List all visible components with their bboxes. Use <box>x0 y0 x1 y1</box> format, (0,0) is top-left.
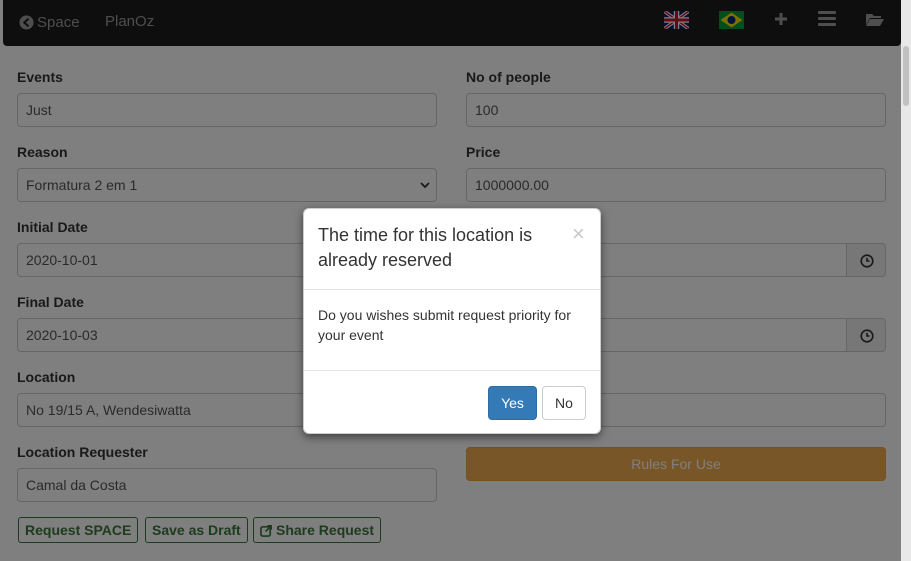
dialog-header: The time for this location is already re… <box>304 209 600 290</box>
no-button[interactable]: No <box>542 386 586 420</box>
dialog-footer: Yes No <box>304 370 600 434</box>
close-icon[interactable]: × <box>572 223 585 245</box>
scrollbar-thumb[interactable] <box>903 46 909 106</box>
yes-button[interactable]: Yes <box>488 386 537 420</box>
dialog-title: The time for this location is already re… <box>318 225 533 270</box>
page-scrollbar[interactable] <box>901 0 911 561</box>
reservation-conflict-dialog: The time for this location is already re… <box>303 208 601 434</box>
dialog-message: Do you wishes submit request priority fo… <box>318 307 571 343</box>
